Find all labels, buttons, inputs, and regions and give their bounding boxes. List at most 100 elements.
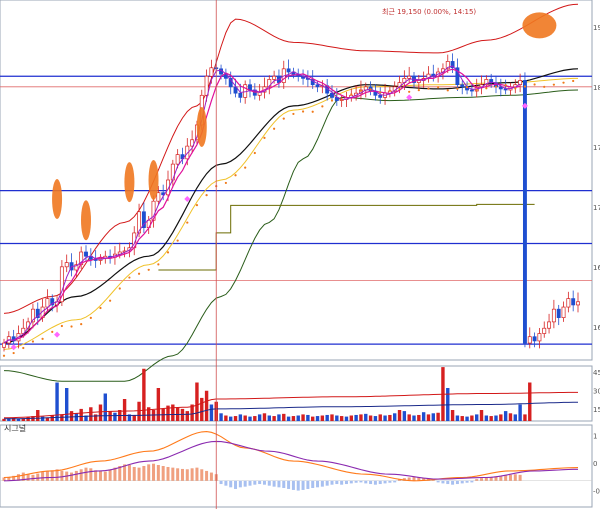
signal-marker [521, 102, 528, 109]
histogram-bar [94, 470, 98, 481]
volume-bar [98, 404, 103, 421]
candle-body [532, 336, 537, 342]
volume-bar [272, 416, 276, 421]
histogram-bar [200, 469, 204, 481]
volume-bar [528, 382, 532, 421]
psar-dot [22, 346, 25, 350]
candle-body [407, 75, 412, 79]
histogram-bar [475, 479, 479, 481]
psar-dot [109, 299, 112, 302]
candle-body [209, 67, 214, 77]
psar-dot [417, 89, 420, 92]
psar-dot [70, 325, 73, 328]
volume-bar [286, 416, 291, 421]
histogram-bar [455, 480, 459, 485]
signal-marker [54, 331, 61, 338]
psar-dot [388, 89, 391, 92]
histogram-bar [45, 470, 49, 481]
candle-body [238, 92, 243, 98]
volume-bar [315, 416, 320, 421]
psar-dot [176, 239, 179, 242]
histogram-bar [378, 480, 382, 485]
psar-dot [533, 83, 536, 86]
histogram-bar [446, 480, 450, 485]
histogram-bar [137, 467, 141, 481]
histogram-bar [267, 480, 271, 486]
psar-dot [494, 85, 498, 88]
volume-bar [431, 413, 435, 421]
histogram-bar [364, 480, 368, 484]
volume-bar [248, 416, 252, 421]
psar-dot [523, 85, 527, 88]
psar-dot [99, 306, 102, 310]
histogram-bar [229, 480, 233, 488]
price-tick-label: 18 [593, 84, 600, 92]
psar-dot [12, 351, 15, 355]
histogram-bar [70, 472, 74, 481]
highlight-blob [52, 179, 63, 220]
highlight-blob [196, 107, 207, 148]
candle-body [272, 75, 277, 80]
price-tick-label: 17 [593, 204, 600, 212]
volume-bar [450, 410, 455, 421]
volume-bar [378, 414, 382, 421]
histogram-bar [359, 480, 363, 483]
volume-bar [407, 414, 411, 421]
volume-bar [306, 414, 310, 421]
highlight-blob [81, 200, 91, 241]
volume-bar [508, 413, 513, 421]
volume-bar [291, 416, 296, 421]
volume-bar [11, 417, 16, 421]
histogram-bar [84, 467, 88, 481]
volume-bar [243, 415, 247, 421]
volume-bar [277, 414, 281, 421]
psar-dot [552, 83, 555, 86]
psar-dot [205, 194, 208, 197]
volume-bar [93, 414, 98, 421]
volume-bar [393, 413, 397, 421]
volume-bar [325, 414, 329, 421]
volume-bar [523, 414, 527, 421]
histogram-bar [195, 467, 199, 481]
volume-bar [200, 397, 204, 421]
psar-dot [263, 136, 266, 139]
psar-dot [330, 99, 334, 102]
volume-bar [330, 414, 334, 421]
candle-body [460, 84, 465, 88]
psar-dot [273, 127, 276, 130]
candle-body [378, 94, 383, 98]
psar-dot [311, 110, 314, 113]
volume-bar [436, 412, 440, 421]
histogram-bar [441, 480, 445, 484]
psar-dot [543, 85, 546, 88]
volume-bar [470, 415, 474, 421]
histogram-bar [103, 471, 107, 481]
psar-dot [465, 86, 469, 89]
indicator-tick-label: 0 [593, 460, 597, 468]
volume-bar [209, 404, 214, 421]
volume-bar [296, 415, 300, 421]
candle-body [315, 84, 320, 88]
histogram-bar [388, 480, 392, 483]
candle-body [566, 298, 571, 308]
histogram-bar [238, 480, 242, 488]
histogram-bar [161, 466, 165, 481]
volume-bar [50, 415, 54, 421]
candle-body [522, 80, 527, 344]
volume-bar [204, 390, 209, 421]
histogram-bar [147, 464, 151, 481]
histogram-bar [26, 474, 30, 481]
histogram-bar [518, 474, 522, 481]
histogram-bar [325, 480, 329, 486]
stock-chart: 19 18 17 17 16 16 45 30 15 1 0 -0 시그널 최근 19,150 (… [0, 0, 600, 509]
histogram-bar [508, 474, 512, 481]
histogram-bar [248, 480, 252, 486]
volume-bar [499, 414, 503, 421]
volume-panel: 45 30 15 [2, 367, 600, 421]
candle-body [2, 342, 6, 348]
histogram-bar [36, 473, 40, 481]
psar-dot [379, 91, 382, 94]
volume-bar [426, 414, 431, 421]
volume-bar [373, 416, 378, 421]
highlight-blob [148, 160, 159, 200]
